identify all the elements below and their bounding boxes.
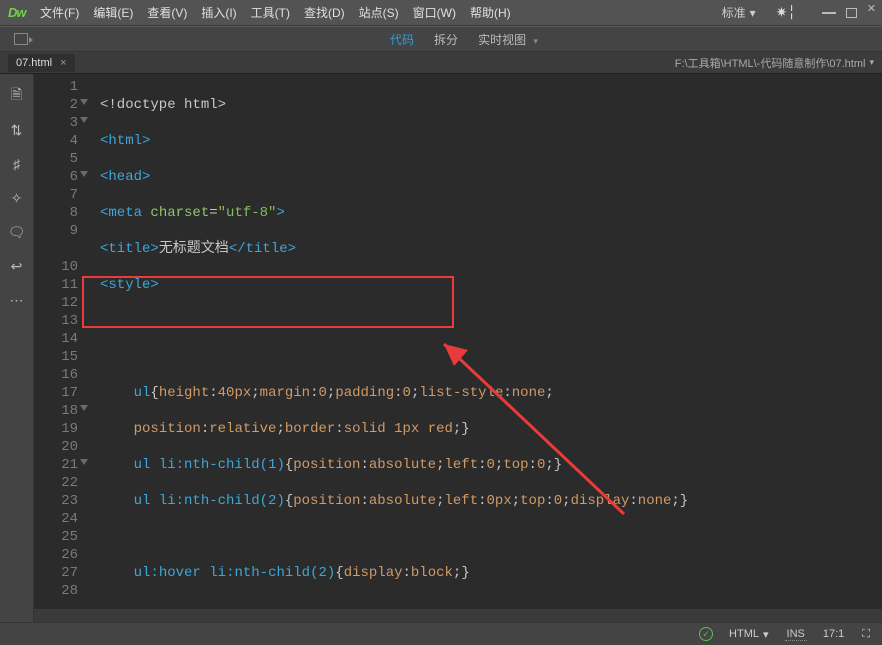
menu-edit[interactable]: 编辑(E) [93, 4, 133, 21]
chevron-down-icon: ▾ [533, 36, 538, 46]
arrows-icon[interactable]: ⇅ [9, 122, 25, 138]
editor-area: 🗎 ⇅ ♯ ✧ 🗨 ↩ ⋯ 1 2 3 4 5 6 7 8 9 10 11 12 [0, 74, 882, 622]
code-editor[interactable]: 1 2 3 4 5 6 7 8 9 10 11 12 13 14 15 16 1… [34, 74, 882, 622]
view-live-button[interactable]: 实时视图 ▾ [478, 31, 538, 48]
menu-view[interactable]: 查看(V) [147, 4, 187, 21]
line-number-gutter: 1 2 3 4 5 6 7 8 9 10 11 12 13 14 15 16 1… [34, 74, 86, 608]
window-close-button[interactable] [867, 6, 876, 20]
file-path-text: F:\工具箱\HTML\-代码随意制作\07.html [675, 55, 866, 71]
menu-file[interactable]: 文件(F) [40, 4, 79, 21]
status-ok-icon[interactable]: ✓ [699, 627, 713, 641]
status-viewport-icon[interactable]: ⛶ [860, 628, 872, 641]
status-cursor-position: 17:1 [821, 628, 846, 640]
wrap-icon[interactable]: ↩ [9, 258, 25, 274]
view-split-button[interactable]: 拆分 [434, 31, 458, 48]
title-text: 无标题文档 [159, 241, 229, 257]
menu-site[interactable]: 站点(S) [359, 4, 399, 21]
settings-gear-icon[interactable]: ✷╎ [776, 4, 796, 21]
status-insert-mode[interactable]: INS [785, 628, 807, 641]
status-language[interactable]: HTML ▾ [727, 628, 770, 641]
file-tab[interactable]: 07.html × [8, 54, 75, 72]
title-bar: Dw 文件(F) 编辑(E) 查看(V) 插入(I) 工具(T) 查找(D) 站… [0, 0, 882, 26]
menu-help[interactable]: 帮助(H) [470, 4, 511, 21]
file-tab-strip: 07.html × F:\工具箱\HTML\-代码随意制作\07.html ▾ [0, 52, 882, 74]
menu-find[interactable]: 查找(D) [304, 4, 345, 21]
status-bar: ✓ HTML ▾ INS 17:1 ⛶ [0, 622, 882, 645]
view-code-button[interactable]: 代码 [390, 31, 414, 48]
window-maximize-button[interactable] [846, 8, 857, 18]
hierarchy-icon[interactable]: ♯ [9, 156, 25, 172]
left-tool-rail: 🗎 ⇅ ♯ ✧ 🗨 ↩ ⋯ [0, 74, 34, 622]
code-content[interactable]: <!doctype html> <html> <head> <meta char… [86, 74, 882, 608]
horizontal-scrollbar[interactable] [34, 608, 882, 622]
file-icon[interactable]: 🗎 [9, 88, 25, 104]
menu-bar: 文件(F) 编辑(E) 查看(V) 插入(I) 工具(T) 查找(D) 站点(S… [40, 4, 511, 21]
chevron-down-icon: ▾ [869, 57, 874, 68]
file-tab-label: 07.html [16, 57, 52, 69]
tab-close-icon[interactable]: × [60, 57, 66, 69]
chevron-down-icon: ▾ [750, 6, 756, 20]
comment-icon[interactable]: 🗨 [9, 224, 25, 240]
view-live-label: 实时视图 [478, 33, 526, 47]
chevron-down-icon: ▾ [763, 628, 769, 641]
window-minimize-button[interactable] [822, 12, 836, 14]
file-path[interactable]: F:\工具箱\HTML\-代码随意制作\07.html ▾ [675, 55, 874, 71]
menu-tools[interactable]: 工具(T) [251, 4, 290, 21]
related-files-dropdown[interactable] [14, 33, 28, 45]
status-language-label: HTML [729, 628, 759, 640]
wand-icon[interactable]: ✧ [9, 190, 25, 206]
code-line: <!doctype html> [100, 97, 226, 113]
workspace-label: 标准 [722, 4, 746, 21]
workspace-switcher[interactable]: 标准 ▾ [722, 4, 756, 21]
menu-insert[interactable]: 插入(I) [201, 4, 236, 21]
window-controls [822, 6, 876, 20]
more-icon[interactable]: ⋯ [9, 292, 25, 308]
document-toolbar: 代码 拆分 实时视图 ▾ [0, 26, 882, 52]
menu-window[interactable]: 窗口(W) [413, 4, 456, 21]
app-logo: Dw [8, 5, 26, 21]
